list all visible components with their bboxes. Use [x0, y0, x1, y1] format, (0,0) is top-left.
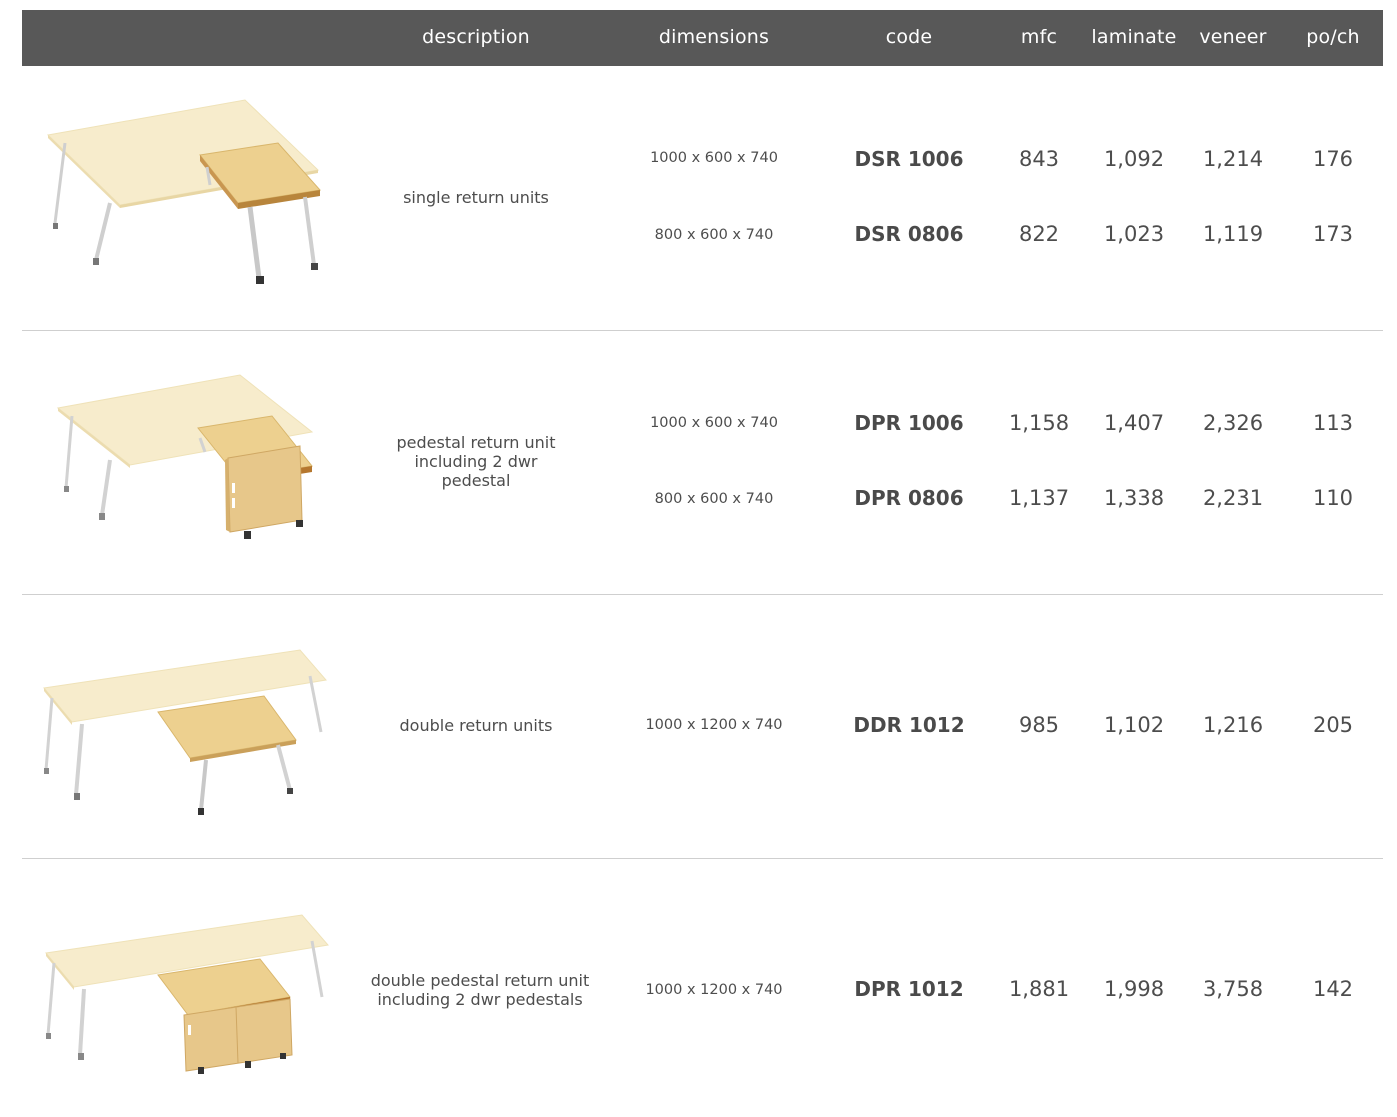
header-laminate: laminate: [1091, 26, 1177, 48]
product-code: DPR 1006: [854, 411, 964, 435]
price-mfc: 1,158: [1008, 411, 1070, 435]
price-laminate: 1,338: [1103, 486, 1165, 510]
price-poch: 142: [1312, 977, 1354, 1001]
price-mfc: 843: [1018, 147, 1060, 171]
price-mfc: 985: [1018, 713, 1060, 737]
table-header: description dimensions code mfc laminate…: [22, 10, 1383, 66]
description-line: including 2 dwr: [414, 452, 538, 471]
product-code: DSR 0806: [854, 222, 964, 246]
description-line: double pedestal return unit: [370, 971, 590, 990]
row-description: double return units: [399, 716, 553, 735]
price-poch: 173: [1312, 222, 1354, 246]
dimensions-cell: 1000 x 1200 x 740: [645, 717, 783, 733]
price-laminate: 1,407: [1103, 411, 1165, 435]
row-description: double pedestal return unit including 2 …: [354, 971, 606, 1009]
price-laminate: 1,092: [1103, 147, 1165, 171]
price-laminate: 1,102: [1103, 713, 1165, 737]
price-poch: 205: [1312, 713, 1354, 737]
header-description: description: [422, 26, 530, 48]
header-veneer: veneer: [1199, 26, 1267, 48]
dimensions-cell: 1000 x 1200 x 740: [645, 982, 783, 998]
product-code: DDR 1012: [853, 713, 965, 737]
description-line: pedestal return unit: [396, 433, 556, 452]
desk-pedestal-return-image: [56, 374, 314, 539]
desk-double-return-image: [43, 649, 327, 815]
header-mfc: mfc: [1020, 26, 1058, 48]
header-code: code: [885, 26, 933, 48]
desk-single-return-image: [46, 99, 321, 284]
price-veneer: 2,326: [1202, 411, 1264, 435]
price-laminate: 1,023: [1103, 222, 1165, 246]
description-line: including 2 dwr pedestals: [377, 990, 583, 1009]
header-dimensions: dimensions: [658, 26, 770, 48]
price-veneer: 3,758: [1202, 977, 1264, 1001]
price-mfc: 822: [1018, 222, 1060, 246]
dimensions-cell: 800 x 600 x 740: [654, 491, 774, 507]
header-poch: po/ch: [1306, 26, 1360, 48]
row-divider: [22, 594, 1383, 595]
row-divider: [22, 858, 1383, 859]
price-veneer: 1,214: [1202, 147, 1264, 171]
price-mfc: 1,137: [1008, 486, 1070, 510]
product-code: DPR 0806: [854, 486, 964, 510]
price-poch: 113: [1312, 411, 1354, 435]
dimensions-cell: 800 x 600 x 740: [654, 227, 774, 243]
row-divider: [22, 330, 1383, 331]
price-veneer: 2,231: [1202, 486, 1264, 510]
product-code: DSR 1006: [854, 147, 964, 171]
dimensions-cell: 1000 x 600 x 740: [650, 415, 778, 431]
description-line: pedestal: [441, 471, 511, 490]
price-mfc: 1,881: [1008, 977, 1070, 1001]
price-veneer: 1,119: [1202, 222, 1264, 246]
row-description: single return units: [403, 188, 549, 207]
price-laminate: 1,998: [1103, 977, 1165, 1001]
product-code: DPR 1012: [854, 977, 964, 1001]
row-description: pedestal return unit including 2 dwr ped…: [354, 433, 598, 490]
dimensions-cell: 1000 x 600 x 740: [650, 150, 778, 166]
price-veneer: 1,216: [1202, 713, 1264, 737]
price-poch: 176: [1312, 147, 1354, 171]
desk-double-pedestal-return-image: [45, 914, 329, 1074]
price-poch: 110: [1312, 486, 1354, 510]
